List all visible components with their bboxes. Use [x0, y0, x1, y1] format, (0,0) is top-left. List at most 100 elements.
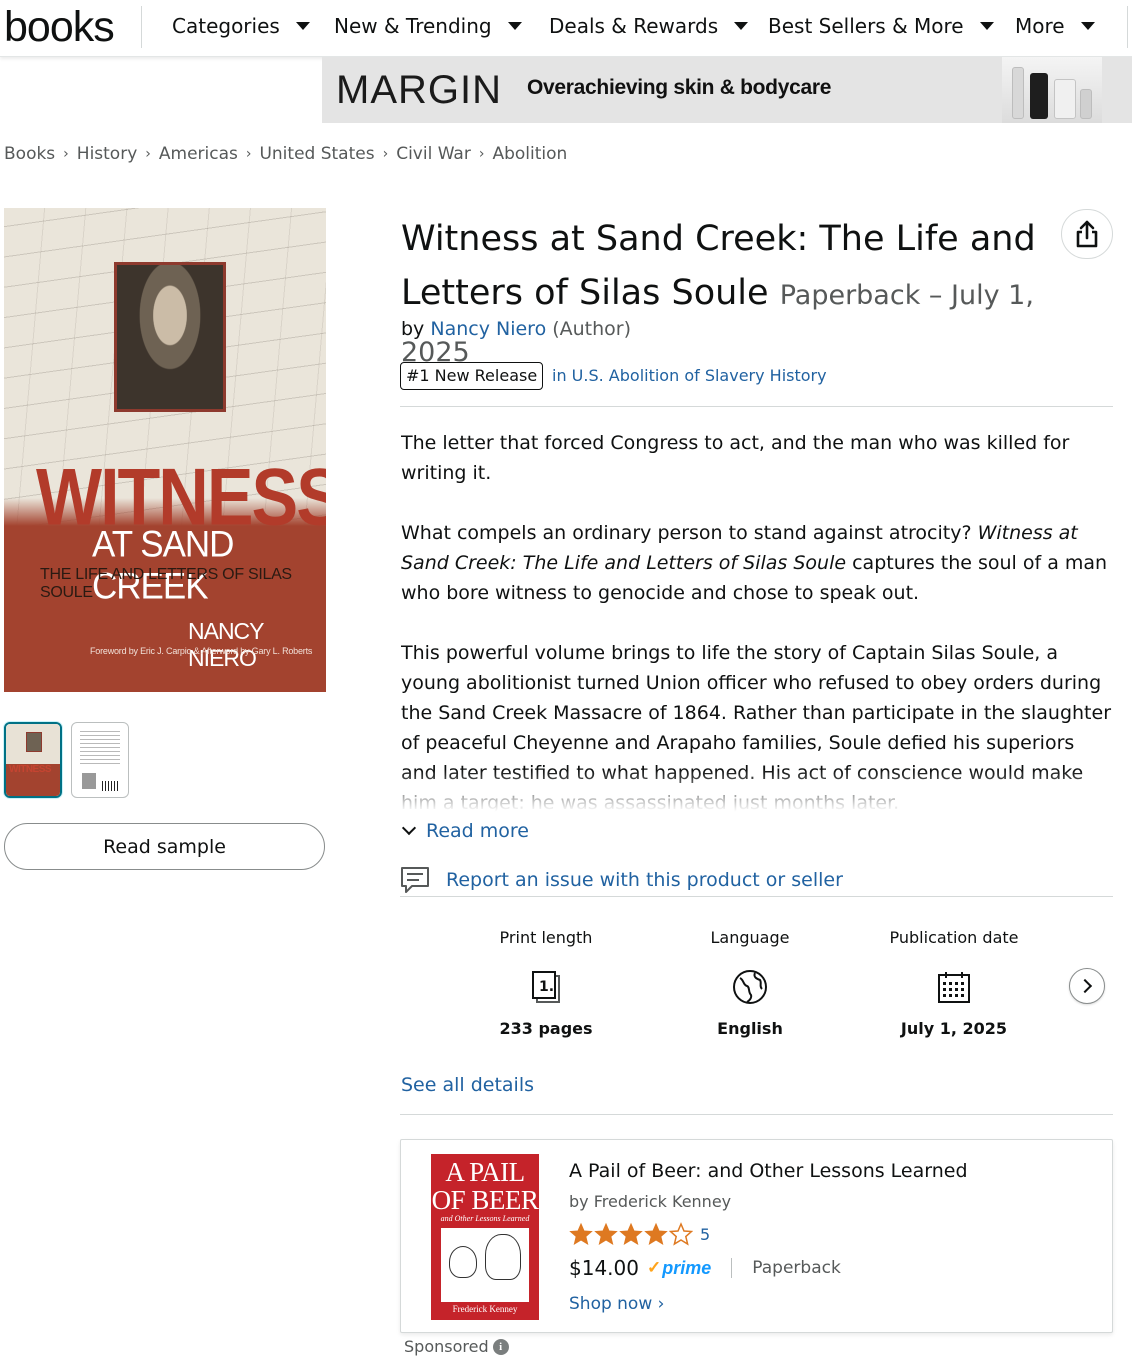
divider: [731, 1258, 733, 1278]
divider: [400, 406, 1113, 407]
report-issue-link[interactable]: Report an issue with this product or sel…: [400, 866, 843, 894]
breadcrumb-separator-icon: ›: [245, 146, 252, 162]
nav-new-trending[interactable]: New & Trending: [334, 14, 522, 38]
detail-language: Language English: [650, 928, 850, 1038]
chevron-right-icon: [1077, 978, 1093, 994]
sponsored-price: $14.00: [569, 1256, 639, 1280]
author-role: (Author): [552, 318, 632, 340]
cover-portrait-photo: [114, 262, 226, 412]
detail-label: Language: [710, 928, 790, 947]
breadcrumb-united-states[interactable]: United States: [259, 144, 374, 164]
star-full-icon: [644, 1222, 668, 1246]
books-logo[interactable]: books: [4, 2, 115, 52]
shop-now-link[interactable]: Shop now ›: [569, 1294, 664, 1314]
share-button[interactable]: [1061, 209, 1113, 259]
sponsored-product-title[interactable]: A Pail of Beer: and Other Lessons Learne…: [569, 1160, 968, 1182]
nav-more[interactable]: More: [1015, 14, 1095, 38]
prime-check-icon: ✓: [646, 1258, 662, 1277]
breadcrumb: Books › History › Americas › United Stat…: [4, 144, 567, 164]
sponsored-label: Sponsored i: [404, 1337, 509, 1356]
star-full-icon: [594, 1222, 618, 1246]
info-icon[interactable]: i: [492, 1338, 509, 1355]
breadcrumb-separator-icon: ›: [478, 146, 485, 162]
breadcrumb-history[interactable]: History: [77, 144, 137, 164]
description-paragraph-2: What compels an ordinary person to stand…: [401, 518, 1113, 608]
star-full-icon: [619, 1222, 643, 1246]
caret-down-icon: [507, 22, 522, 30]
banner-tagline: Overachieving skin & bodycare: [527, 76, 832, 99]
detail-value: English: [717, 1019, 783, 1038]
thumbnail-title: WITNESS: [9, 764, 52, 775]
prime-label: prime: [662, 1257, 712, 1278]
banner-brand: MARGIN: [336, 68, 502, 112]
read-sample-button[interactable]: Read sample: [4, 823, 325, 870]
breadcrumb-separator-icon: ›: [382, 146, 389, 162]
caret-down-icon: [1080, 22, 1095, 30]
breadcrumb-americas[interactable]: Americas: [159, 144, 238, 164]
divider: [400, 1114, 1113, 1115]
star-rating[interactable]: 5: [569, 1222, 710, 1246]
detail-label: Print length: [499, 928, 593, 947]
breadcrumb-books[interactable]: Books: [4, 144, 55, 164]
caret-down-icon: [979, 22, 994, 30]
nav-categories-label: Categories: [172, 14, 280, 38]
nav-best-sellers[interactable]: Best Sellers & More: [768, 14, 994, 38]
star-empty-icon: [669, 1222, 693, 1246]
caret-down-icon: [734, 22, 749, 30]
byline: by Nancy Niero (Author): [401, 318, 631, 340]
star-full-icon: [569, 1222, 593, 1246]
globe-icon: [733, 970, 767, 1004]
nav-divider: [141, 6, 142, 48]
rating-count[interactable]: 5: [700, 1225, 710, 1244]
banner-ad[interactable]: MARGIN Overachieving skin & bodycare: [322, 57, 1132, 123]
detail-publication-date: Publication date July 1, 2025: [854, 928, 1054, 1038]
byline-by: by: [401, 318, 425, 340]
sponsored-cover-title: A PAIL OF BEER: [431, 1157, 539, 1215]
see-all-details-link[interactable]: See all details: [401, 1074, 534, 1096]
sponsored-cover-subtitle: and Other Lessons Learned: [440, 1214, 530, 1223]
sponsored-text: Sponsored: [404, 1337, 489, 1356]
new-release-badge[interactable]: #1 New Release: [400, 362, 544, 390]
sponsored-product-author: by Frederick Kenney: [569, 1192, 732, 1211]
feedback-icon: [401, 867, 429, 893]
author-link[interactable]: Nancy Niero: [430, 318, 546, 340]
nav-categories[interactable]: Categories: [172, 14, 310, 38]
badge-category-link[interactable]: in U.S. Abolition of Slavery History: [552, 366, 827, 385]
product-description: The letter that forced Congress to act, …: [401, 428, 1113, 816]
product-title: Witness at Sand Creek: The Life and Lett…: [401, 212, 1061, 380]
sponsored-price-row: $14.00 ✓ prime Paperback: [569, 1256, 841, 1280]
breadcrumb-abolition[interactable]: Abolition: [492, 144, 567, 164]
detail-label: Publication date: [889, 928, 1019, 947]
share-icon: [1076, 220, 1098, 248]
cover-author: NANCY NIERO: [188, 618, 264, 671]
read-more-toggle[interactable]: Read more: [401, 820, 529, 842]
nav-new-trending-label: New & Trending: [334, 14, 492, 38]
thumbnail-back-cover[interactable]: [71, 722, 129, 798]
read-more-label: Read more: [426, 820, 529, 842]
book-cover-image[interactable]: WITNESS AT SAND CREEK THE LIFE AND LETTE…: [4, 208, 326, 692]
breadcrumb-civil-war[interactable]: Civil War: [396, 144, 471, 164]
detail-value: 233 pages: [499, 1019, 593, 1038]
nav-more-label: More: [1015, 14, 1065, 38]
banner-product-image: [1002, 57, 1102, 123]
carousel-next-button[interactable]: [1069, 968, 1105, 1004]
sponsored-cover-illustration: [441, 1228, 529, 1302]
nav-divider: [1127, 6, 1128, 48]
detail-value: July 1, 2025: [900, 1019, 1008, 1038]
sponsored-book-cover[interactable]: A PAIL OF BEER and Other Lessons Learned…: [431, 1154, 539, 1320]
thumbnail-front-cover[interactable]: WITNESS: [4, 722, 62, 798]
sponsored-cover-author: Frederick Kenney: [452, 1304, 518, 1314]
sponsored-product-card[interactable]: A PAIL OF BEER and Other Lessons Learned…: [400, 1139, 1113, 1333]
description-fade: [401, 770, 1113, 816]
nav-deals-rewards-label: Deals & Rewards: [549, 14, 719, 38]
divider: [400, 896, 1113, 897]
svg-text:1.: 1.: [539, 979, 554, 995]
cover-subtitle-2: THE LIFE AND LETTERS OF SILAS SOULE: [40, 566, 292, 601]
cover-foreword: Foreword by Eric J. Carpio & Afterword b…: [90, 646, 313, 656]
nav-deals-rewards[interactable]: Deals & Rewards: [549, 14, 749, 38]
report-issue-label: Report an issue with this product or sel…: [446, 869, 843, 891]
prime-badge: ✓ prime: [647, 1258, 711, 1279]
top-nav: books Categories New & Trending Deals & …: [0, 0, 1132, 57]
breadcrumb-separator-icon: ›: [63, 146, 69, 162]
detail-print-length: Print length 1. 233 pages: [446, 928, 646, 1038]
